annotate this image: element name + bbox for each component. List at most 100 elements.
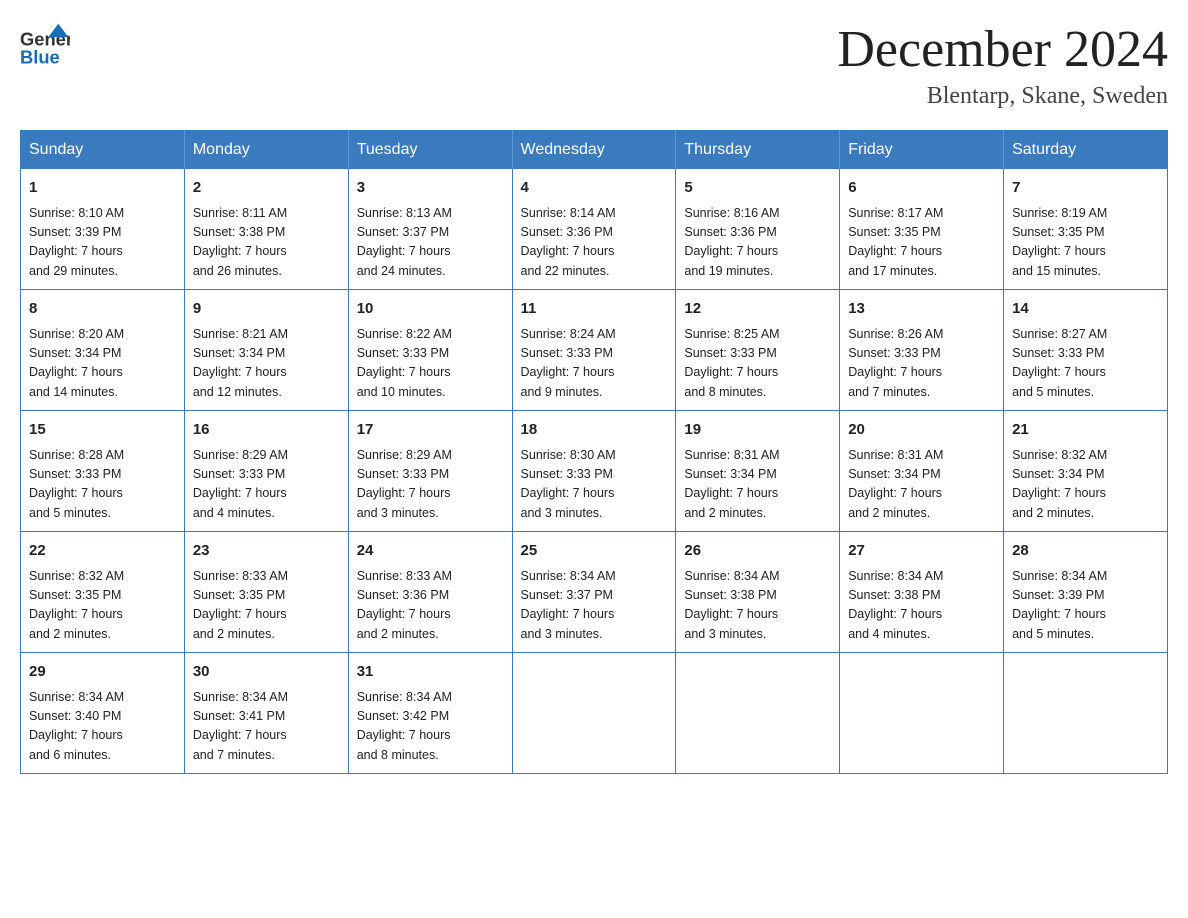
day-info: Sunrise: 8:20 AMSunset: 3:34 PMDaylight:… xyxy=(29,327,124,399)
header-saturday: Saturday xyxy=(1004,131,1168,170)
calendar-cell: 14 Sunrise: 8:27 AMSunset: 3:33 PMDayligh… xyxy=(1004,290,1168,411)
calendar-cell: 19 Sunrise: 8:31 AMSunset: 3:34 PMDayligh… xyxy=(676,411,840,532)
day-info: Sunrise: 8:26 AMSunset: 3:33 PMDaylight:… xyxy=(848,327,943,399)
day-info: Sunrise: 8:28 AMSunset: 3:33 PMDaylight:… xyxy=(29,448,124,520)
day-info: Sunrise: 8:17 AMSunset: 3:35 PMDaylight:… xyxy=(848,206,943,278)
header-thursday: Thursday xyxy=(676,131,840,170)
calendar-cell: 31 Sunrise: 8:34 AMSunset: 3:42 PMDayligh… xyxy=(348,653,512,774)
day-info: Sunrise: 8:34 AMSunset: 3:40 PMDaylight:… xyxy=(29,690,124,762)
calendar-cell: 24 Sunrise: 8:33 AMSunset: 3:36 PMDayligh… xyxy=(348,532,512,653)
day-info: Sunrise: 8:30 AMSunset: 3:33 PMDaylight:… xyxy=(521,448,616,520)
calendar-cell: 11Sunrise: 8:24 AMSunset: 3:33 PMDayligh… xyxy=(512,290,676,411)
calendar-cell xyxy=(676,653,840,774)
calendar-cell: 3 Sunrise: 8:13 AMSunset: 3:37 PMDaylight… xyxy=(348,169,512,290)
calendar-cell: 1 Sunrise: 8:10 AMSunset: 3:39 PMDaylight… xyxy=(21,169,185,290)
day-number: 3 xyxy=(357,177,504,200)
day-number: 25 xyxy=(521,540,668,563)
day-info: Sunrise: 8:32 AMSunset: 3:34 PMDaylight:… xyxy=(1012,448,1107,520)
day-info: Sunrise: 8:31 AMSunset: 3:34 PMDaylight:… xyxy=(848,448,943,520)
calendar-week-row: 22Sunrise: 8:32 AMSunset: 3:35 PMDayligh… xyxy=(21,532,1168,653)
day-number: 19 xyxy=(684,419,831,442)
calendar-cell: 21 Sunrise: 8:32 AMSunset: 3:34 PMDayligh… xyxy=(1004,411,1168,532)
day-number: 27 xyxy=(848,540,995,563)
calendar-cell: 8Sunrise: 8:20 AMSunset: 3:34 PMDaylight… xyxy=(21,290,185,411)
header-sunday: Sunday xyxy=(21,131,185,170)
day-number: 26 xyxy=(684,540,831,563)
calendar-cell: 5 Sunrise: 8:16 AMSunset: 3:36 PMDaylight… xyxy=(676,169,840,290)
logo: General Blue xyxy=(20,20,74,70)
day-number: 16 xyxy=(193,419,340,442)
day-info: Sunrise: 8:34 AMSunset: 3:37 PMDaylight:… xyxy=(521,569,616,641)
day-number: 29 xyxy=(29,661,176,684)
day-number: 18 xyxy=(521,419,668,442)
day-number: 4 xyxy=(521,177,668,200)
calendar-cell: 16 Sunrise: 8:29 AMSunset: 3:33 PMDayligh… xyxy=(184,411,348,532)
day-info: Sunrise: 8:34 AMSunset: 3:38 PMDaylight:… xyxy=(848,569,943,641)
day-info: Sunrise: 8:34 AMSunset: 3:41 PMDaylight:… xyxy=(193,690,288,762)
day-info: Sunrise: 8:14 AMSunset: 3:36 PMDaylight:… xyxy=(521,206,616,278)
day-number: 12 xyxy=(684,298,831,321)
day-number: 5 xyxy=(684,177,831,200)
calendar-cell: 9Sunrise: 8:21 AMSunset: 3:34 PMDaylight… xyxy=(184,290,348,411)
day-info: Sunrise: 8:34 AMSunset: 3:39 PMDaylight:… xyxy=(1012,569,1107,641)
day-info: Sunrise: 8:32 AMSunset: 3:35 PMDaylight:… xyxy=(29,569,124,641)
day-number: 23 xyxy=(193,540,340,563)
header-monday: Monday xyxy=(184,131,348,170)
day-info: Sunrise: 8:31 AMSunset: 3:34 PMDaylight:… xyxy=(684,448,779,520)
day-number: 31 xyxy=(357,661,504,684)
day-info: Sunrise: 8:21 AMSunset: 3:34 PMDaylight:… xyxy=(193,327,288,399)
calendar-cell xyxy=(512,653,676,774)
day-info: Sunrise: 8:29 AMSunset: 3:33 PMDaylight:… xyxy=(193,448,288,520)
day-number: 10 xyxy=(357,298,504,321)
header-wednesday: Wednesday xyxy=(512,131,676,170)
day-number: 17 xyxy=(357,419,504,442)
title-area: December 2024 Blentarp, Skane, Sweden xyxy=(837,20,1168,110)
day-number: 14 xyxy=(1012,298,1159,321)
calendar-cell: 4 Sunrise: 8:14 AMSunset: 3:36 PMDaylight… xyxy=(512,169,676,290)
calendar-cell: 2Sunrise: 8:11 AMSunset: 3:38 PMDaylight… xyxy=(184,169,348,290)
day-info: Sunrise: 8:33 AMSunset: 3:36 PMDaylight:… xyxy=(357,569,452,641)
header-tuesday: Tuesday xyxy=(348,131,512,170)
svg-text:Blue: Blue xyxy=(20,47,60,68)
calendar-body: 1 Sunrise: 8:10 AMSunset: 3:39 PMDaylight… xyxy=(21,169,1168,774)
calendar-cell: 13Sunrise: 8:26 AMSunset: 3:33 PMDayligh… xyxy=(840,290,1004,411)
calendar-cell xyxy=(1004,653,1168,774)
calendar-week-row: 29 Sunrise: 8:34 AMSunset: 3:40 PMDayligh… xyxy=(21,653,1168,774)
day-info: Sunrise: 8:22 AMSunset: 3:33 PMDaylight:… xyxy=(357,327,452,399)
day-number: 7 xyxy=(1012,177,1159,200)
day-number: 2 xyxy=(193,177,340,200)
day-info: Sunrise: 8:13 AMSunset: 3:37 PMDaylight:… xyxy=(357,206,452,278)
calendar-cell: 7Sunrise: 8:19 AMSunset: 3:35 PMDaylight… xyxy=(1004,169,1168,290)
header-friday: Friday xyxy=(840,131,1004,170)
calendar-cell: 29 Sunrise: 8:34 AMSunset: 3:40 PMDayligh… xyxy=(21,653,185,774)
calendar-cell: 22Sunrise: 8:32 AMSunset: 3:35 PMDayligh… xyxy=(21,532,185,653)
day-number: 30 xyxy=(193,661,340,684)
day-info: Sunrise: 8:25 AMSunset: 3:33 PMDaylight:… xyxy=(684,327,779,399)
day-info: Sunrise: 8:24 AMSunset: 3:33 PMDaylight:… xyxy=(521,327,616,399)
calendar-cell: 12 Sunrise: 8:25 AMSunset: 3:33 PMDayligh… xyxy=(676,290,840,411)
day-number: 21 xyxy=(1012,419,1159,442)
day-info: Sunrise: 8:34 AMSunset: 3:38 PMDaylight:… xyxy=(684,569,779,641)
day-info: Sunrise: 8:27 AMSunset: 3:33 PMDaylight:… xyxy=(1012,327,1107,399)
calendar-week-row: 8Sunrise: 8:20 AMSunset: 3:34 PMDaylight… xyxy=(21,290,1168,411)
calendar-cell: 18 Sunrise: 8:30 AMSunset: 3:33 PMDayligh… xyxy=(512,411,676,532)
day-number: 24 xyxy=(357,540,504,563)
calendar-cell: 6Sunrise: 8:17 AMSunset: 3:35 PMDaylight… xyxy=(840,169,1004,290)
calendar-cell: 20 Sunrise: 8:31 AMSunset: 3:34 PMDayligh… xyxy=(840,411,1004,532)
calendar-table: Sunday Monday Tuesday Wednesday Thursday… xyxy=(20,130,1168,774)
day-info: Sunrise: 8:10 AMSunset: 3:39 PMDaylight:… xyxy=(29,206,124,278)
calendar-week-row: 1 Sunrise: 8:10 AMSunset: 3:39 PMDaylight… xyxy=(21,169,1168,290)
day-number: 1 xyxy=(29,177,176,200)
day-number: 28 xyxy=(1012,540,1159,563)
calendar-cell: 28 Sunrise: 8:34 AMSunset: 3:39 PMDayligh… xyxy=(1004,532,1168,653)
calendar-cell: 27 Sunrise: 8:34 AMSunset: 3:38 PMDayligh… xyxy=(840,532,1004,653)
day-info: Sunrise: 8:34 AMSunset: 3:42 PMDaylight:… xyxy=(357,690,452,762)
day-number: 15 xyxy=(29,419,176,442)
calendar-cell: 25 Sunrise: 8:34 AMSunset: 3:37 PMDayligh… xyxy=(512,532,676,653)
calendar-week-row: 15 Sunrise: 8:28 AMSunset: 3:33 PMDayligh… xyxy=(21,411,1168,532)
month-year-title: December 2024 xyxy=(837,20,1168,79)
day-info: Sunrise: 8:16 AMSunset: 3:36 PMDaylight:… xyxy=(684,206,779,278)
logo-icon: General Blue xyxy=(20,20,70,70)
calendar-cell: 26 Sunrise: 8:34 AMSunset: 3:38 PMDayligh… xyxy=(676,532,840,653)
day-number: 20 xyxy=(848,419,995,442)
